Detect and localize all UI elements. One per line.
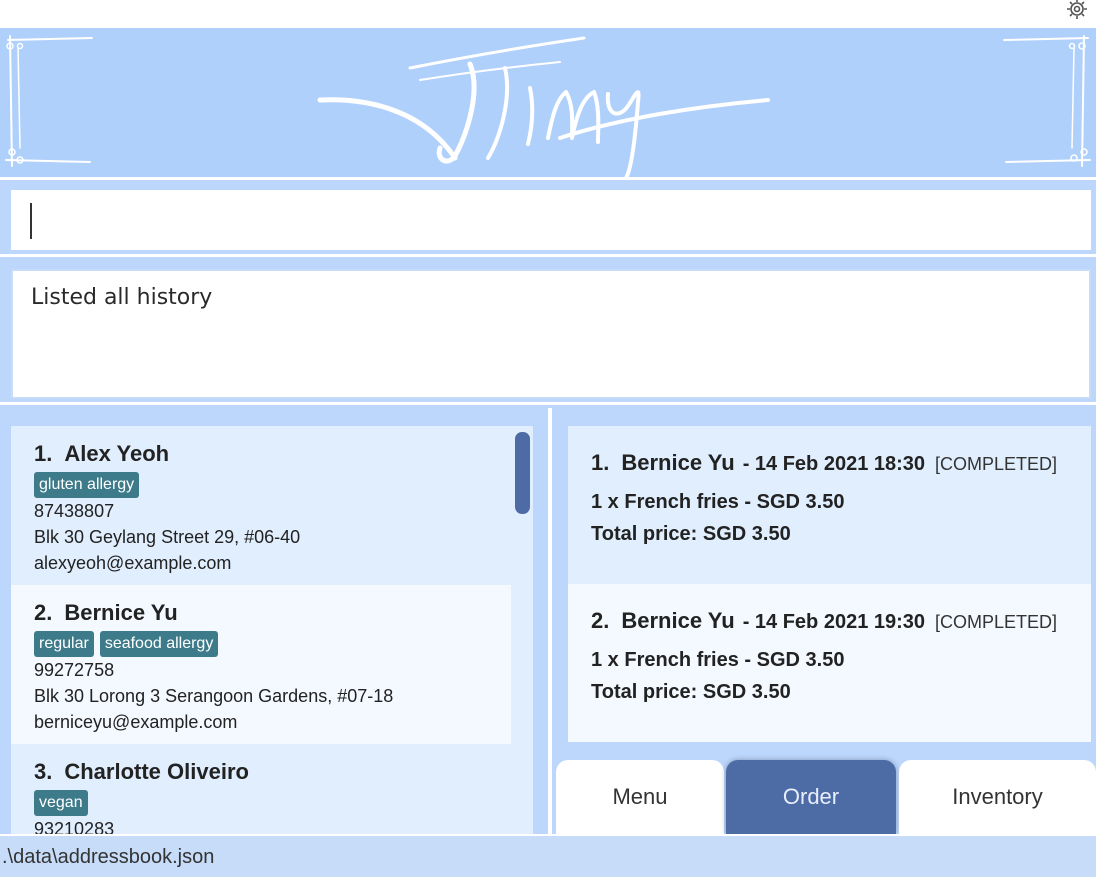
person-phone: 99272758	[34, 660, 115, 680]
top-bar	[0, 0, 1096, 28]
order-card[interactable]: 2. Bernice Yu - 14 Feb 2021 19:30 [COMPL…	[568, 584, 1091, 742]
result-display: Listed all history	[0, 260, 1096, 405]
person-index: 2.	[34, 600, 53, 625]
save-location: .\data\addressbook.json	[2, 846, 215, 868]
person-name-row: 1. Alex Yeoh	[34, 438, 488, 470]
order-total: Total price: SGD 3.50	[591, 523, 791, 545]
result-box: Listed all history	[11, 269, 1091, 399]
order-card[interactable]: 1. Bernice Yu - 14 Feb 2021 18:30 [COMPL…	[568, 426, 1091, 584]
person-name: Charlotte Oliveiro	[64, 759, 249, 784]
person-list[interactable]: 1. Alex Yeoh gluten allergy 87438807 Blk…	[11, 426, 511, 834]
tab-menu[interactable]: Menu	[556, 760, 724, 834]
person-tags: vegan	[34, 790, 488, 816]
order-index: 1.	[591, 450, 610, 475]
person-list-scrollbar[interactable]	[511, 426, 533, 834]
order-index: 2.	[591, 608, 610, 633]
person-email: berniceyu@example.com	[34, 712, 238, 732]
command-input[interactable]	[11, 190, 1091, 250]
person-card[interactable]: 1. Alex Yeoh gluten allergy 87438807 Blk…	[11, 426, 511, 585]
person-card[interactable]: 3. Charlotte Oliveiro vegan 93210283	[11, 744, 511, 834]
tag-label: vegan	[34, 790, 88, 816]
order-date: - 14 Feb 2021 18:30	[742, 453, 926, 475]
person-card[interactable]: 2. Bernice Yu regular seafood allergy 99…	[11, 585, 511, 744]
person-name: Alex Yeoh	[64, 441, 170, 466]
status-bar: .\data\addressbook.json	[0, 834, 1096, 877]
tab-inventory[interactable]: Inventory	[899, 760, 1096, 834]
person-tags: gluten allergy	[34, 472, 488, 498]
tag-label: seafood allergy	[99, 631, 219, 657]
person-name: Bernice Yu	[64, 600, 178, 625]
person-name-row: 3. Charlotte Oliveiro	[34, 756, 488, 788]
order-item: 1 x French fries - SGD 3.50	[591, 491, 845, 513]
app-logo	[5, 35, 1091, 180]
order-total: Total price: SGD 3.50	[591, 681, 791, 703]
order-date: - 14 Feb 2021 19:30	[742, 611, 926, 633]
order-item: 1 x French fries - SGD 3.50	[591, 649, 845, 671]
person-index: 1.	[34, 441, 53, 466]
order-status: [COMPLETED]	[935, 612, 1058, 632]
person-index: 3.	[34, 759, 53, 784]
result-message: Listed all history	[31, 285, 213, 310]
app-banner: Jimy	[0, 28, 1096, 180]
tag-label: gluten allergy	[34, 472, 140, 498]
order-header: 2. Bernice Yu - 14 Feb 2021 19:30 [COMPL…	[591, 608, 1068, 644]
tab-bar: Menu Order Inventory	[556, 760, 1096, 834]
person-email: alexyeoh@example.com	[34, 553, 232, 573]
order-status: [COMPLETED]	[935, 454, 1058, 474]
tag-label: regular	[34, 631, 94, 657]
person-address: Blk 30 Geylang Street 29, #06-40	[34, 527, 301, 547]
order-customer: Bernice Yu	[621, 450, 735, 475]
person-address: Blk 30 Lorong 3 Serangoon Gardens, #07-1…	[34, 686, 394, 706]
person-phone: 87438807	[34, 501, 115, 521]
tab-order[interactable]: Order	[726, 760, 896, 834]
order-header: 1. Bernice Yu - 14 Feb 2021 18:30 [COMPL…	[591, 450, 1068, 486]
text-caret	[30, 203, 32, 239]
order-customer: Bernice Yu	[621, 608, 735, 633]
person-name-row: 2. Bernice Yu	[34, 597, 488, 629]
scrollbar-thumb[interactable]	[515, 432, 530, 514]
person-phone: 93210283	[34, 819, 115, 834]
command-box	[0, 183, 1096, 257]
gear-icon[interactable]	[1060, 0, 1094, 24]
person-tags: regular seafood allergy	[34, 631, 488, 657]
person-list-panel: 1. Alex Yeoh gluten allergy 87438807 Blk…	[0, 408, 549, 834]
